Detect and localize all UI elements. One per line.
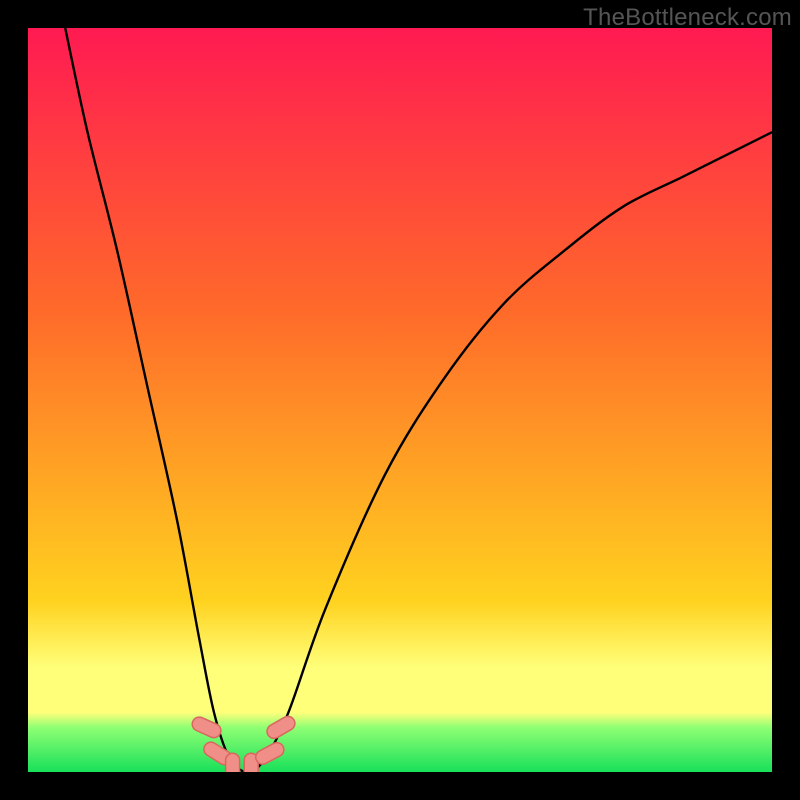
gradient-bg <box>28 28 772 772</box>
chart-frame: TheBottleneck.com <box>0 0 800 800</box>
chart-svg <box>28 28 772 772</box>
curve-marker <box>226 753 240 772</box>
plot-area <box>28 28 772 772</box>
